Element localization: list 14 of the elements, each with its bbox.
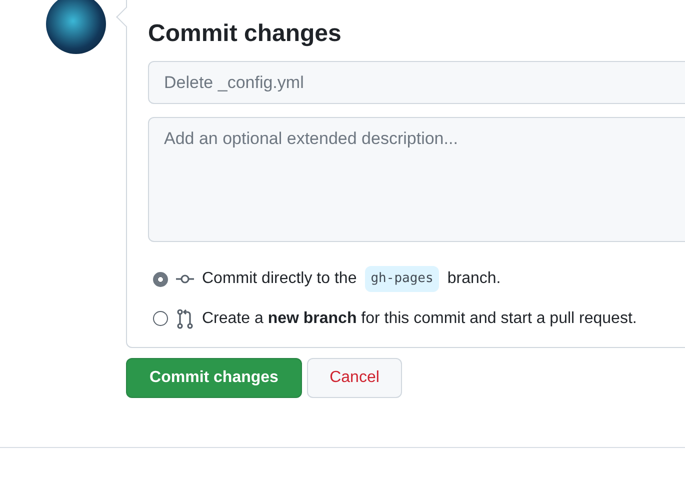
cancel-button[interactable]: Cancel (307, 358, 402, 398)
commit-icon (176, 273, 194, 286)
option-label: Create a new branch for this commit and start a pull request. (202, 308, 637, 329)
option-label: branch. (447, 269, 501, 290)
pull-request-icon (176, 308, 194, 329)
branch-name: gh-pages (364, 266, 440, 292)
radio-button[interactable] (153, 311, 168, 326)
radio-button[interactable] (153, 272, 168, 287)
summary-field[interactable]: Delete _config.yml (148, 60, 685, 104)
avatar-placeholder (46, 0, 106, 54)
description-field[interactable]: Add an optional extended description... (148, 117, 685, 242)
form-title: Commit changes (148, 20, 342, 49)
commit-button[interactable]: Commit changes (126, 358, 302, 398)
option-label: Commit directly to the (202, 269, 357, 290)
